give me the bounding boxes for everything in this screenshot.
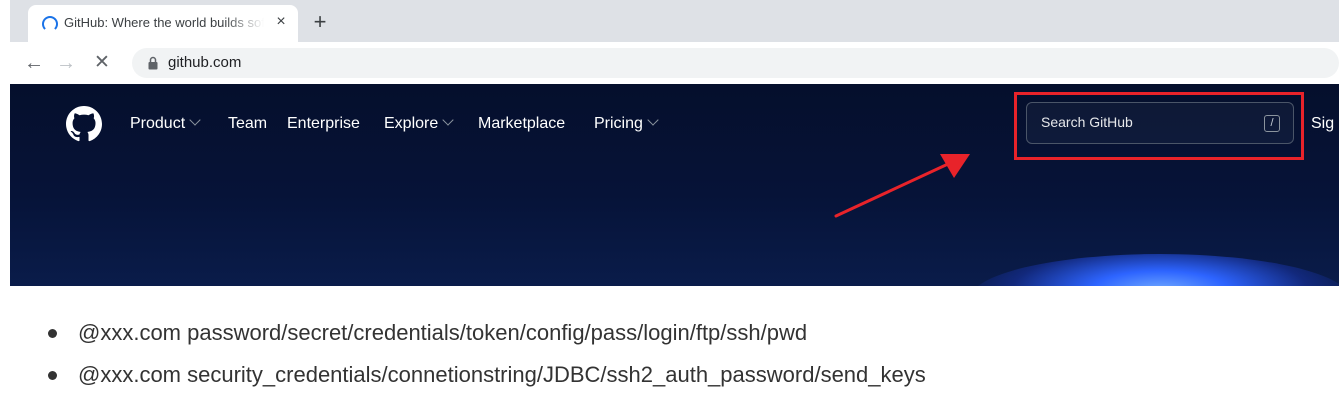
chevron-down-icon: [189, 114, 201, 126]
nav-pricing[interactable]: Pricing: [594, 114, 659, 133]
list-item: @xxx.com security_credentials/connetions…: [46, 354, 926, 396]
annotation-arrow-icon: [834, 154, 970, 218]
tab-title: GitHub: Where the world builds software: [64, 15, 264, 30]
nav-enterprise[interactable]: Enterprise: [287, 115, 360, 133]
keyword-list: @xxx.com password/secret/credentials/tok…: [46, 312, 926, 396]
nav-explore[interactable]: Explore: [384, 114, 454, 133]
nav-marketplace[interactable]: Marketplace: [478, 115, 565, 133]
bullet-icon: [48, 371, 57, 380]
github-header: Product Team Enterprise Explore Marketpl…: [10, 84, 1339, 286]
browser-tab[interactable]: GitHub: Where the world builds software …: [28, 5, 298, 42]
hero-globe-glow: [970, 254, 1339, 286]
nav-product[interactable]: Product: [130, 114, 201, 133]
loading-spinner-icon: [42, 16, 58, 32]
nav-team[interactable]: Team: [228, 115, 267, 133]
back-button[interactable]: ←: [22, 51, 46, 75]
url-text: github.com: [168, 54, 242, 71]
forward-button[interactable]: →: [54, 51, 78, 75]
chevron-down-icon: [442, 114, 454, 126]
stop-loading-button[interactable]: ✕: [90, 51, 114, 75]
bullet-icon: [48, 329, 57, 338]
search-highlight-box: [1014, 92, 1304, 160]
browser-toolbar: ← → ✕ github.com: [10, 42, 1339, 84]
tab-close-icon[interactable]: ×: [272, 13, 290, 31]
github-logo-icon[interactable]: [66, 106, 102, 142]
new-tab-button[interactable]: +: [308, 10, 332, 34]
address-bar[interactable]: github.com: [132, 48, 1339, 78]
list-item: @xxx.com password/secret/credentials/tok…: [46, 312, 926, 354]
browser-chrome: GitHub: Where the world builds software …: [10, 0, 1339, 84]
lock-icon: [148, 56, 158, 70]
chevron-down-icon: [647, 114, 659, 126]
sign-in-link[interactable]: Sig: [1311, 115, 1334, 133]
